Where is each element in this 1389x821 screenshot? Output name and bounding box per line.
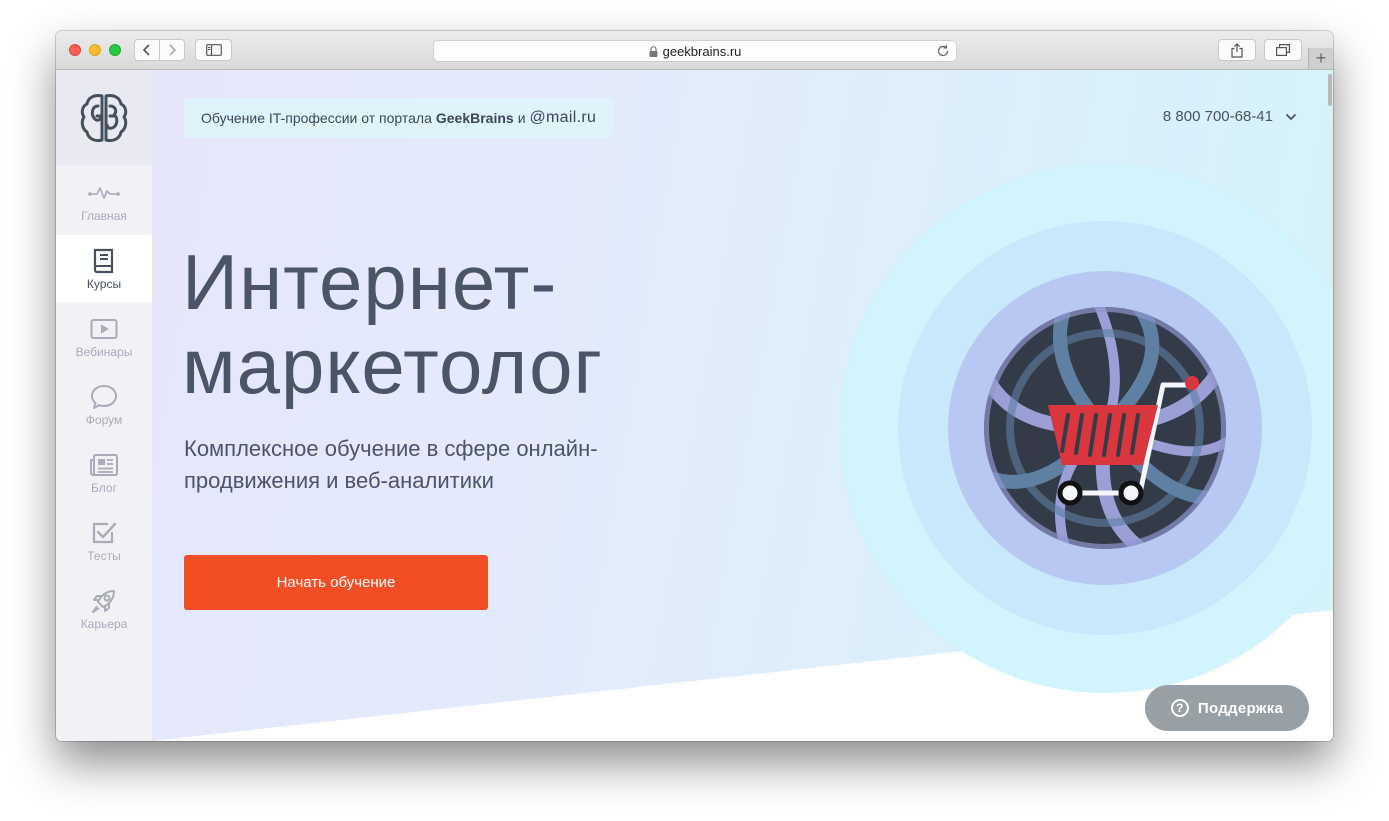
- hero-title-line: Интернет-: [182, 238, 558, 326]
- rocket-icon: [90, 587, 118, 615]
- newspaper-icon: [89, 451, 119, 479]
- page-viewport: Главная Курсы Вебинары Форум Блог Тесты …: [56, 70, 1333, 741]
- start-learning-button[interactable]: Начать обучение: [184, 555, 488, 610]
- minimize-window-button[interactable]: [89, 44, 101, 56]
- sidebar-item-career[interactable]: Карьера: [56, 575, 152, 643]
- chevron-right-icon: [169, 44, 176, 56]
- checkbox-icon: [91, 519, 117, 547]
- sidebar-item-label: Тесты: [87, 549, 121, 563]
- url-text: geekbrains.ru: [662, 43, 742, 59]
- scrollbar[interactable]: [1328, 74, 1332, 106]
- new-tab-button[interactable]: +: [1308, 48, 1333, 69]
- shopping-cart-illustration: [840, 163, 1333, 693]
- sidebar-toggle-button[interactable]: [195, 39, 232, 61]
- lock-icon: [649, 45, 658, 57]
- sidebar-item-label: Блог: [91, 481, 117, 495]
- partner-badge: Обучение IT-профессии от портала GeekBra…: [184, 98, 614, 138]
- sidebar-nav: Главная Курсы Вебинары Форум Блог Тесты …: [56, 70, 152, 741]
- sidebar-item-label: Форум: [85, 413, 123, 427]
- tabs-overview-button[interactable]: [1264, 39, 1302, 61]
- sidebar-item-label: Карьера: [80, 617, 128, 631]
- back-button[interactable]: [134, 39, 160, 61]
- share-button[interactable]: [1218, 39, 1256, 61]
- close-window-button[interactable]: [69, 44, 81, 56]
- tabs-icon: [1276, 44, 1290, 56]
- book-icon: [92, 247, 116, 275]
- browser-titlebar: geekbrains.ru +: [56, 31, 1333, 70]
- sidebar-item-home[interactable]: Главная: [56, 167, 152, 235]
- badge-and: и: [517, 110, 526, 126]
- sidebar-icon: [205, 44, 222, 56]
- chevron-left-icon: [143, 44, 150, 56]
- reload-icon[interactable]: [936, 44, 950, 58]
- sidebar-item-label: Главная: [81, 209, 127, 223]
- phone-number: 8 800 700-68-41: [1162, 108, 1273, 125]
- sidebar-item-blog[interactable]: Блог: [56, 439, 152, 507]
- sidebar-item-label: Курсы: [86, 277, 122, 291]
- hero-title-line: маркетолог: [182, 322, 603, 410]
- badge-partner: @mail.ru: [529, 109, 597, 126]
- play-icon: [90, 315, 118, 343]
- maximize-window-button[interactable]: [109, 44, 121, 56]
- hero-subtitle: Комплексное обучение в сфере онлайн-прод…: [184, 436, 598, 493]
- address-bar[interactable]: geekbrains.ru: [433, 40, 957, 62]
- geekbrains-logo[interactable]: [56, 70, 152, 165]
- pulse-icon: [88, 179, 120, 207]
- badge-text: Обучение IT-профессии от портала: [201, 110, 432, 126]
- phone-dropdown[interactable]: 8 800 700-68-41: [1163, 108, 1297, 125]
- support-button[interactable]: ? Поддержка: [1145, 685, 1309, 731]
- badge-brand: GeekBrains: [435, 110, 514, 126]
- chat-bubble-icon: [90, 383, 118, 411]
- brain-logo-icon: [80, 93, 128, 142]
- sidebar-item-label: Вебинары: [75, 345, 133, 359]
- question-icon: ?: [1170, 699, 1189, 717]
- browser-window: geekbrains.ru + Главная Курсы Вебинары Ф…: [56, 31, 1333, 741]
- forward-button[interactable]: [159, 39, 185, 61]
- sidebar-item-courses[interactable]: Курсы: [56, 235, 152, 303]
- support-label: Поддержка: [1197, 699, 1284, 717]
- hero-title: Интернет- маркетолог: [182, 240, 603, 408]
- share-icon: [1231, 42, 1243, 58]
- sidebar-item-forum[interactable]: Форум: [56, 371, 152, 439]
- sidebar-item-webinars[interactable]: Вебинары: [56, 303, 152, 371]
- sidebar-item-tests[interactable]: Тесты: [56, 507, 152, 575]
- chevron-down-icon: [1285, 113, 1297, 120]
